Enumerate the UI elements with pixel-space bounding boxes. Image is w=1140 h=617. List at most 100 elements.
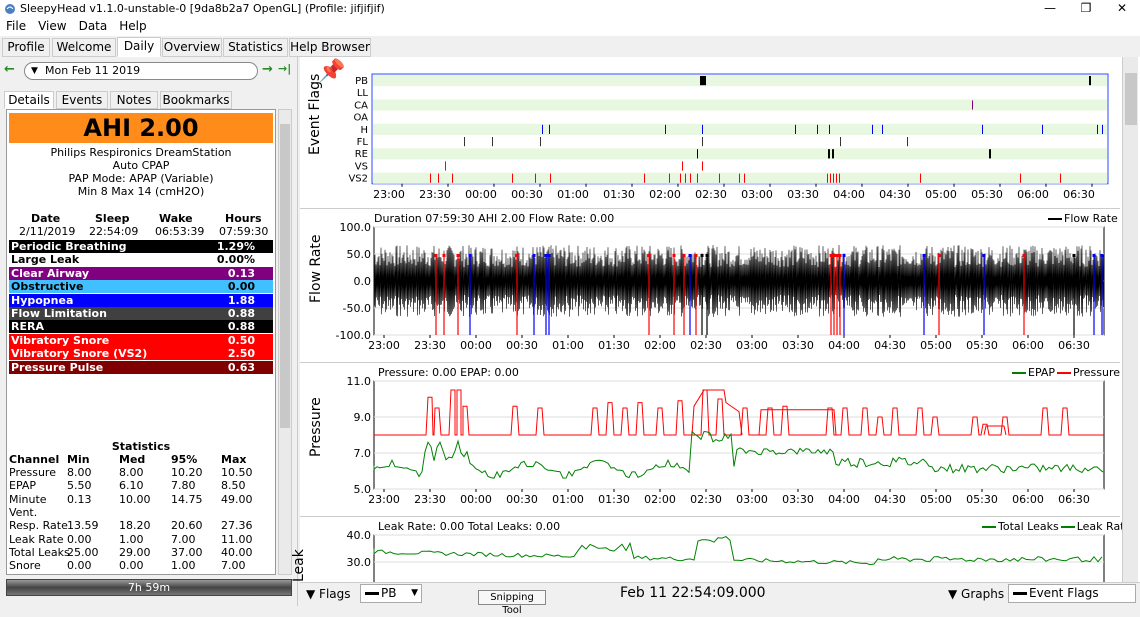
event-name: Obstructive [11, 280, 84, 294]
pap-mode: PAP Mode: APAP (Variable) [68, 172, 214, 185]
flag-mark [828, 149, 830, 159]
flag-mark [830, 173, 831, 183]
flow-event-marker [705, 254, 709, 257]
flag-mark [836, 173, 837, 183]
x-tick-label: 03:00 [736, 339, 768, 352]
flow-event-marker [922, 254, 926, 257]
leak-plot-area [373, 534, 1105, 582]
flags-label: Flags [319, 587, 351, 601]
x-tick-label: 23:30 [419, 188, 451, 201]
flag-mark [982, 124, 983, 134]
flag-mark [827, 173, 828, 183]
stat-cell: Pressure [9, 466, 56, 479]
stat-cell: Max [221, 453, 247, 466]
stat-cell: 5.50 [67, 479, 92, 493]
tab-notes[interactable]: Notes [110, 91, 158, 109]
graphs-select[interactable]: Event Flags [1008, 584, 1136, 603]
event-name: Periodic Breathing [11, 240, 127, 253]
stat-cell: 2.24 [171, 572, 196, 574]
x-tick-label: 01:30 [598, 339, 630, 352]
event-value: 0.88 [227, 320, 255, 334]
x-tick-label: 06:00 [1012, 339, 1044, 352]
close-button[interactable]: ✕ [1104, 0, 1140, 18]
tab-details[interactable]: Details [4, 91, 54, 109]
x-tick-label: 03:00 [736, 493, 768, 506]
tab-help-browser[interactable]: Help Browser [289, 38, 371, 57]
tab-profile[interactable]: Profile [2, 38, 50, 57]
stat-cell: 1.70 [119, 572, 144, 574]
menu-help[interactable]: Help [113, 18, 152, 34]
menu-file[interactable]: File [0, 18, 32, 34]
details-scrollbar[interactable] [278, 109, 292, 575]
flag-mark [644, 173, 645, 183]
bottom-bar: ▼ Flags PB ▼ Feb 11 22:54:09.000 ▼ Graphs… [300, 582, 1140, 606]
tab-daily[interactable]: Daily [117, 37, 161, 57]
flag-row-band [373, 123, 1107, 135]
flag-mark [702, 161, 703, 171]
scrollbar-thumb[interactable] [1125, 73, 1137, 125]
header-date: Date [31, 212, 61, 225]
tab-statistics[interactable]: Statistics [223, 38, 288, 57]
pressure-ylabel: Pressure [308, 397, 324, 457]
flag-channel-label: VS [355, 161, 368, 172]
event-row: Flow Limitation 0.88 [9, 307, 273, 320]
stat-cell: 1.00 [171, 559, 196, 573]
flag-mark [430, 173, 431, 183]
flag-mark [540, 137, 541, 147]
maximize-button[interactable]: ❐ [1068, 0, 1104, 18]
event-row: RERA 0.88 [9, 320, 273, 334]
next-day-button[interactable]: → [262, 62, 273, 77]
flag-mark [697, 173, 698, 183]
graphs-toggle[interactable]: ▼ Graphs [948, 587, 1004, 601]
flow-event-marker [832, 254, 836, 257]
flag-mark [829, 124, 830, 134]
flag-mark [882, 124, 883, 134]
flow-event-marker [515, 254, 519, 257]
cursor-timestamp: Feb 11 22:54:09.000 [620, 585, 766, 601]
tab-welcome[interactable]: Welcome [52, 38, 116, 57]
x-tick-label: 23:30 [414, 339, 446, 352]
flag-mark [535, 173, 536, 183]
x-tick-label: 23:00 [368, 493, 400, 506]
stat-cell: 0.13 [67, 492, 92, 506]
x-tick-label: 03:00 [741, 188, 773, 201]
x-tick-label: 05:00 [920, 339, 952, 352]
date-picker[interactable]: ▼ Mon Feb 11 2019 [24, 62, 258, 80]
stat-cell: Insp. Time [9, 572, 66, 574]
flag-channel-label: H [360, 125, 368, 136]
x-tick-label: 06:30 [1058, 339, 1090, 352]
flags-toggle[interactable]: ▼ Flags [306, 587, 351, 601]
x-tick-label: 06:30 [1063, 188, 1095, 201]
tab-bookmarks[interactable]: Bookmarks [160, 91, 232, 109]
dropdown-icon: ▼ [948, 587, 962, 601]
graphs-label: Graphs [961, 587, 1005, 601]
prev-day-button[interactable]: ← [4, 62, 15, 77]
event-value: 0.50 [227, 333, 255, 347]
header-hours: Hours [225, 212, 262, 225]
flag-mark [839, 173, 840, 183]
main-tabs: Profile Welcome Daily Overview Statistic… [0, 37, 1140, 57]
flag-mark [438, 173, 439, 183]
flag-row-band [373, 75, 1107, 87]
flag-mark [682, 161, 683, 171]
last-day-button[interactable]: →| [278, 62, 291, 75]
flag-channel-label: RE [355, 149, 368, 160]
stat-cell: 40.00 [221, 545, 253, 559]
pressure-range: Min 8 Max 14 (cmH2O) [77, 185, 205, 198]
flags-select[interactable]: PB ▼ [360, 584, 422, 603]
event-row: Periodic Breathing 1.29% [9, 240, 273, 253]
tab-overview[interactable]: Overview [162, 38, 222, 57]
stat-cell: 0.00 [119, 559, 144, 573]
menu-bar: File View Data Help [0, 18, 1140, 36]
stat-cell: 25.00 [67, 545, 99, 559]
menu-data[interactable]: Data [73, 18, 114, 34]
scrollbar-thumb[interactable] [280, 124, 290, 428]
x-tick-label: 00:30 [506, 339, 538, 352]
menu-view[interactable]: View [32, 18, 72, 34]
tab-events[interactable]: Events [56, 91, 108, 109]
minimize-button[interactable]: — [1032, 0, 1068, 18]
event-value: 2.50 [227, 347, 255, 361]
x-tick-label: 05:30 [966, 339, 998, 352]
x-tick-label: 02:30 [690, 493, 722, 506]
graphs-scrollbar[interactable] [1122, 57, 1138, 582]
